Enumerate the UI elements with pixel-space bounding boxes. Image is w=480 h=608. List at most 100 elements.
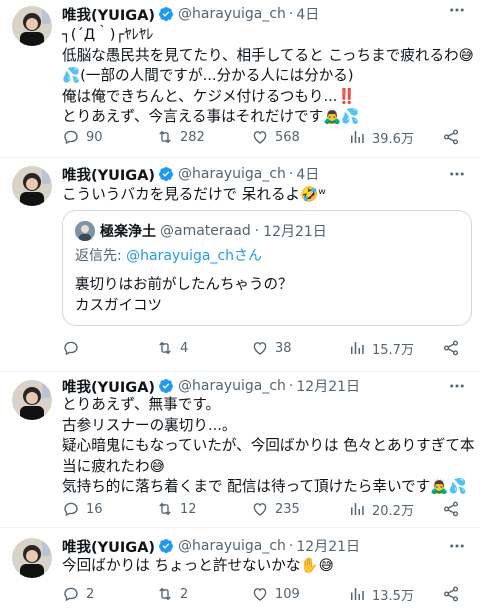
heart-icon bbox=[253, 503, 267, 516]
timestamp[interactable]: 12月21日 bbox=[296, 376, 360, 396]
handle[interactable]: @harayuiga_ch bbox=[178, 6, 286, 22]
views-button[interactable]: 39.6万 bbox=[348, 127, 414, 147]
like-count: 38 bbox=[275, 340, 292, 356]
quoted-tweet[interactable]: 極楽浄土 @amateraad · 12月21日 返信先: @harayuiga… bbox=[62, 210, 472, 326]
tweet-actions: 90 282 568 39.6万 bbox=[62, 127, 470, 147]
more-options-icon[interactable] bbox=[448, 1, 466, 19]
reply-button[interactable]: 90 bbox=[62, 127, 103, 147]
share-icon bbox=[443, 586, 459, 602]
reply-button[interactable]: 2 bbox=[62, 584, 94, 604]
retweet-button[interactable]: 2 bbox=[156, 584, 188, 604]
separator-dot: · bbox=[288, 378, 294, 394]
more-options-icon[interactable] bbox=[448, 165, 466, 183]
retweet-icon bbox=[159, 341, 171, 355]
handle[interactable]: @harayuiga_ch bbox=[178, 378, 286, 394]
quoted-avatar bbox=[75, 221, 95, 241]
reply-prefix: 返信先: bbox=[75, 248, 127, 264]
reply-to-link[interactable]: @harayuiga_chさん bbox=[126, 248, 262, 264]
retweet-icon bbox=[159, 502, 171, 516]
tweet-actions: 2 2 109 13.5万 bbox=[62, 584, 470, 604]
tweet-line: 今回ばかりは ちょっと許せないかな✋😅 bbox=[62, 557, 334, 574]
reply-count: 16 bbox=[86, 501, 103, 517]
quoted-timestamp: 12月21日 bbox=[263, 224, 327, 240]
display-name[interactable]: 唯我(YUIGA) bbox=[62, 4, 155, 25]
tweet[interactable]: 唯我(YUIGA) @harayuiga_ch · 4日 こういうバカを見るだけ… bbox=[0, 158, 480, 372]
separator-dot: · bbox=[288, 166, 294, 182]
reply-count: 90 bbox=[86, 129, 103, 145]
avatar[interactable] bbox=[12, 6, 52, 46]
retweet-button[interactable]: 4 bbox=[156, 338, 188, 358]
quoted-handle: @amateraad bbox=[160, 223, 251, 239]
retweet-icon bbox=[159, 587, 171, 601]
tweet-line: 当に疲れたわ😅 bbox=[62, 457, 165, 475]
tweet-text: 今回ばかりは ちょっと許せないかな✋😅 bbox=[62, 556, 470, 577]
tweet[interactable]: 唯我(YUIGA) @harayuiga_ch · 12月21日 今回ばかりは … bbox=[0, 528, 480, 608]
tweet[interactable]: 唯我(YUIGA) @harayuiga_ch · 12月21日 とりあえず、無… bbox=[0, 372, 480, 528]
display-name[interactable]: 唯我(YUIGA) bbox=[62, 164, 155, 185]
share-button[interactable] bbox=[442, 338, 466, 358]
reply-icon bbox=[64, 502, 78, 517]
view-count: 20.2万 bbox=[372, 503, 414, 519]
tweet-line: 疑心暗鬼にもなっていたが、今回ばかりは 色々とありすぎて本 bbox=[62, 437, 475, 454]
tweet-line: とりあえず、無事です。 bbox=[62, 396, 221, 413]
share-button[interactable] bbox=[442, 127, 466, 147]
like-button[interactable]: 235 bbox=[251, 499, 300, 519]
like-button[interactable]: 568 bbox=[251, 127, 300, 147]
timestamp[interactable]: 4日 bbox=[296, 164, 319, 184]
share-button[interactable] bbox=[442, 499, 466, 519]
tweet-text: とりあえず、無事です。 古参リスナーの裏切り...。 疑心暗鬼にもなっていたが、… bbox=[62, 395, 475, 498]
view-count: 15.7万 bbox=[372, 342, 414, 358]
reply-button[interactable]: 16 bbox=[62, 499, 103, 519]
verified-badge-icon bbox=[159, 7, 174, 22]
heart-icon bbox=[253, 588, 267, 601]
retweet-button[interactable]: 282 bbox=[156, 127, 205, 147]
like-button[interactable]: 109 bbox=[251, 584, 300, 604]
separator-dot: · bbox=[288, 538, 294, 554]
tweet-line: 💦(一部の人間ですが...分かる人には分かる) bbox=[62, 67, 354, 84]
retweet-button[interactable]: 12 bbox=[156, 499, 197, 519]
retweet-count: 12 bbox=[180, 501, 197, 517]
quoted-display-name: 極楽浄土 bbox=[100, 224, 156, 240]
reply-context: 返信先: @harayuiga_chさん bbox=[75, 245, 262, 265]
timestamp[interactable]: 12月21日 bbox=[296, 536, 360, 556]
timestamp[interactable]: 4日 bbox=[296, 4, 319, 24]
retweet-count: 282 bbox=[180, 129, 205, 145]
verified-badge-icon bbox=[159, 379, 174, 394]
quoted-text: 裏切りはお前がしたんちゃうの？ カスガイコツ bbox=[75, 275, 293, 317]
like-count: 568 bbox=[275, 129, 300, 145]
separator-dot: · bbox=[254, 223, 260, 239]
reply-button[interactable] bbox=[62, 338, 86, 358]
quoted-line: 裏切りはお前がしたんちゃうの？ bbox=[75, 277, 293, 293]
tweet-text: こういうバカを見るだけで 呆れるよ🤣ʷ bbox=[62, 185, 470, 206]
display-name[interactable]: 唯我(YUIGA) bbox=[62, 536, 155, 557]
share-icon bbox=[443, 340, 459, 356]
share-button[interactable] bbox=[442, 584, 466, 604]
reply-icon bbox=[64, 341, 78, 356]
views-chart-icon bbox=[351, 503, 364, 515]
more-options-icon[interactable] bbox=[448, 537, 466, 555]
verified-badge-icon bbox=[159, 539, 174, 554]
like-button[interactable]: 38 bbox=[251, 338, 292, 358]
tweet-line: ┐(´Д｀)┌ﾔﾚﾔﾚ bbox=[62, 26, 154, 43]
display-name[interactable]: 唯我(YUIGA) bbox=[62, 376, 155, 397]
handle[interactable]: @harayuiga_ch bbox=[178, 166, 286, 182]
avatar[interactable] bbox=[12, 538, 52, 578]
reply-icon bbox=[64, 587, 78, 602]
quoted-line: カスガイコツ bbox=[75, 298, 162, 314]
tweet-line: こういうバカを見るだけで 呆れるよ🤣ʷ bbox=[62, 186, 326, 203]
tweet-line: 低脳な愚民共を見てたり、相手してると こっちまで疲れるわ😅 bbox=[62, 46, 474, 64]
views-button[interactable]: 13.5万 bbox=[348, 584, 414, 604]
more-options-icon[interactable] bbox=[448, 377, 466, 395]
views-chart-icon bbox=[351, 342, 364, 354]
handle[interactable]: @harayuiga_ch bbox=[178, 538, 286, 554]
heart-icon bbox=[253, 131, 267, 144]
views-button[interactable]: 15.7万 bbox=[348, 338, 414, 358]
views-button[interactable]: 20.2万 bbox=[348, 499, 414, 519]
avatar[interactable] bbox=[12, 380, 52, 420]
tweet[interactable]: 唯我(YUIGA) @harayuiga_ch · 4日 ┐(´Д｀)┌ﾔﾚﾔﾚ… bbox=[0, 0, 480, 158]
avatar[interactable] bbox=[12, 166, 52, 206]
views-chart-icon bbox=[351, 131, 364, 143]
retweet-count: 4 bbox=[180, 340, 189, 356]
tweet-line: 気持ち的に落ち着くまで 配信は待って頂けたら幸いです🙇‍♂️💦 bbox=[62, 478, 467, 495]
retweet-icon bbox=[159, 130, 171, 144]
